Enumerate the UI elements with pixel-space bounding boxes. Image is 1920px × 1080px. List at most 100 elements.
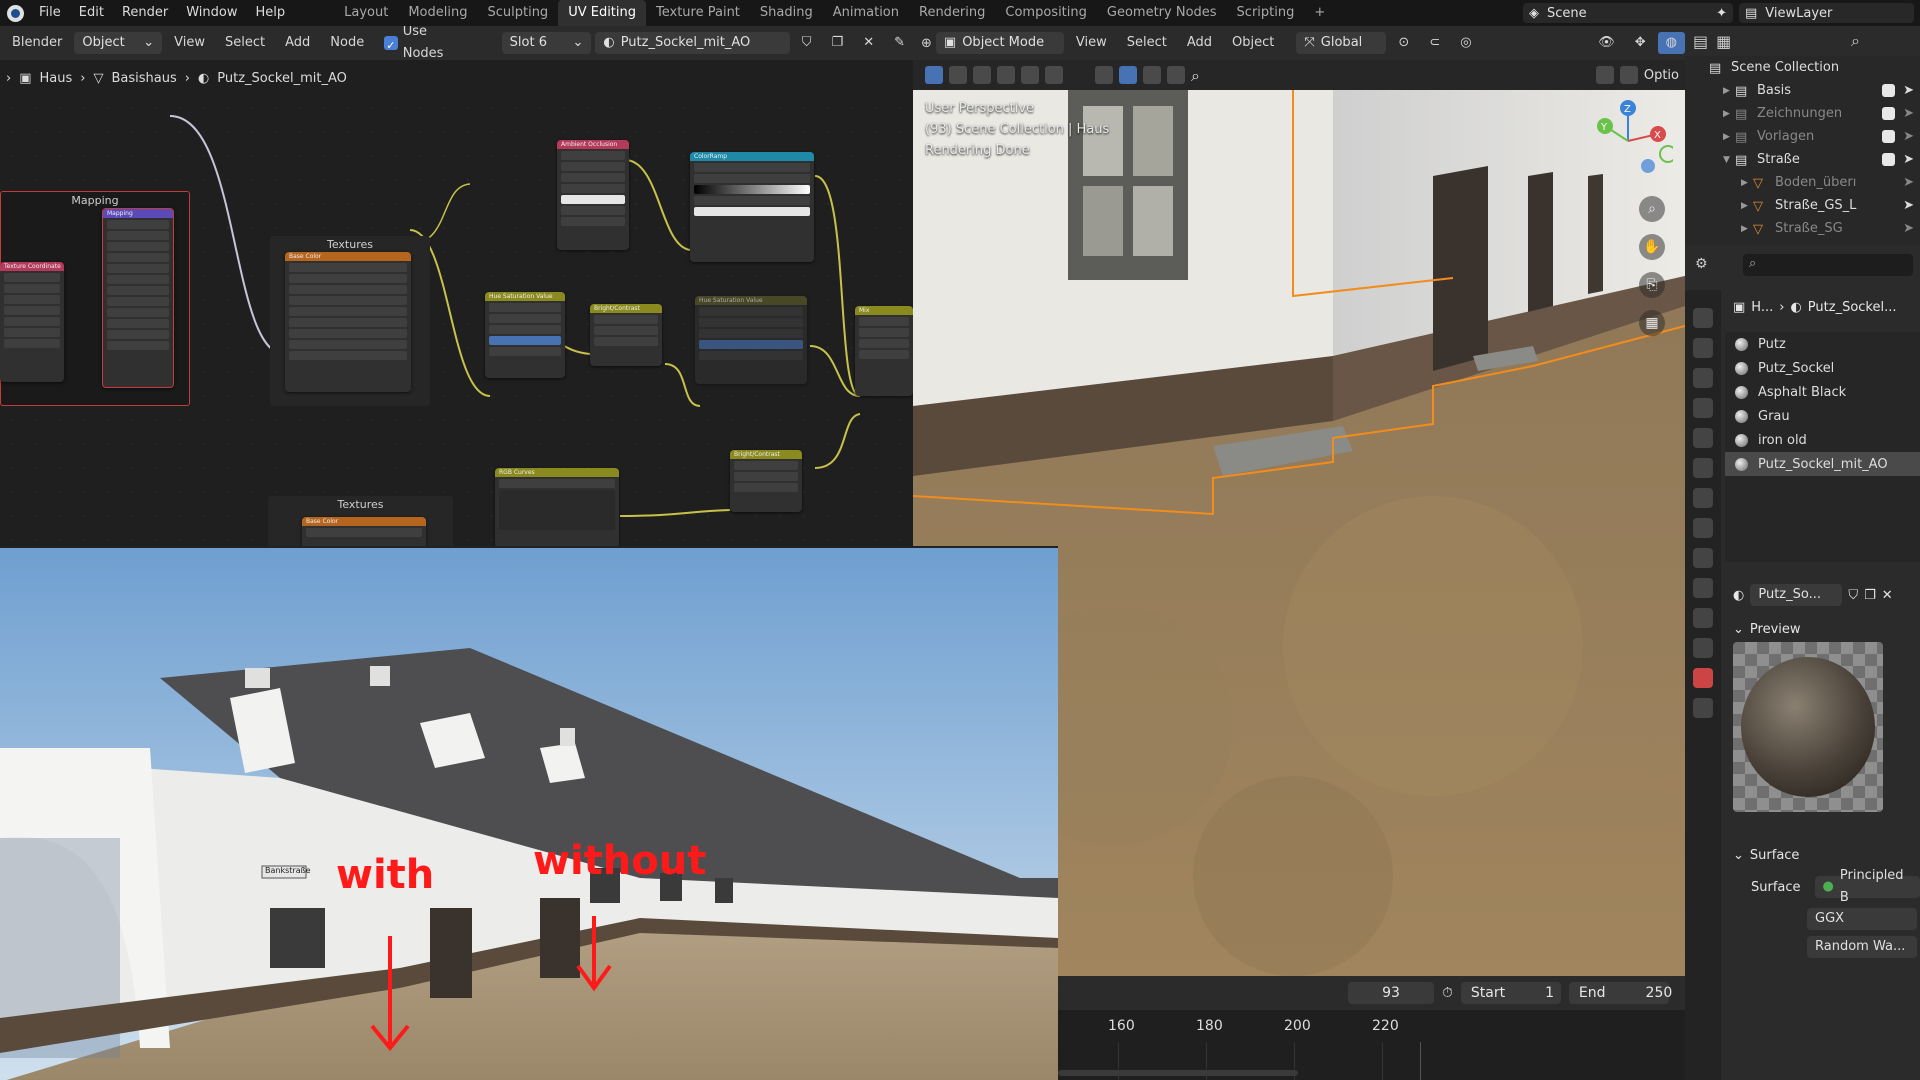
pin-icon[interactable]: ✎ [886, 32, 913, 54]
gizmo-icon[interactable]: ✥ [1627, 32, 1654, 54]
snap-icon[interactable]: ⊂ [1421, 32, 1448, 54]
shading-solid-icon[interactable] [1119, 66, 1137, 84]
vp-menu-view[interactable]: View [1068, 32, 1115, 54]
node-ambient-occlusion[interactable]: Ambient Occlusion [557, 140, 629, 250]
interaction-mode-dropdown[interactable]: ▣ Object Mode [935, 32, 1064, 54]
pivot-icon[interactable]: ⊙ [1390, 32, 1417, 54]
outliner[interactable]: ▤ ▦ ⌕ ▤ Scene Collection ▶ ▤ Basis ➤ ▶ ▤… [1685, 26, 1920, 246]
material-datablock-selector[interactable]: Putz_So... [1750, 584, 1843, 606]
distribution-dropdown[interactable]: GGX [1807, 908, 1917, 930]
outliner-item-basis[interactable]: ▶ ▤ Basis ➤ [1685, 79, 1920, 102]
selectable-arrow-icon[interactable]: ➤ [1903, 152, 1914, 167]
selectable-arrow-icon[interactable]: ➤ [1903, 221, 1914, 236]
editor-type-icon[interactable]: ⊕ [921, 36, 932, 51]
tab-rendering[interactable]: Rendering [909, 0, 995, 26]
shading-material-icon[interactable] [1143, 66, 1161, 84]
scene-tab-icon[interactable] [1693, 428, 1713, 448]
physics-tab-icon[interactable] [1693, 578, 1713, 598]
properties-editor-type-icon[interactable]: ⚙ [1695, 256, 1708, 272]
tab-sculpting[interactable]: Sculpting [477, 0, 558, 26]
zoom-icon[interactable]: ⌕ [1639, 196, 1665, 222]
outliner-item-strasse-sg[interactable]: ▶ ▽ Straße_SG ➤ [1685, 217, 1920, 240]
selectable-arrow-icon[interactable]: ➤ [1903, 106, 1914, 121]
tab-shading[interactable]: Shading [750, 0, 823, 26]
vp-menu-select[interactable]: Select [1119, 32, 1175, 54]
material-slot-list[interactable]: Putz Putz_Sockel Asphalt Black Grau iron… [1725, 332, 1920, 562]
material-slot[interactable]: Putz_Sockel [1725, 356, 1920, 380]
material-selector[interactable]: ◐ Putz_Sockel_mit_AO [595, 32, 790, 54]
bookmark-icon[interactable] [1595, 66, 1614, 84]
pan-hand-icon[interactable]: ✋ [1639, 234, 1665, 260]
surface-shader-selector[interactable]: ● Principled B [1814, 868, 1920, 905]
tab-animation[interactable]: Animation [823, 0, 909, 26]
stopwatch-icon[interactable]: ⏱ [1442, 985, 1453, 1001]
fake-user-shield-icon[interactable]: ⛉ [1848, 588, 1858, 603]
breadcrumb-mesh[interactable]: Basishaus [111, 71, 176, 86]
vp-menu-add[interactable]: Add [1179, 32, 1220, 54]
menu-view[interactable]: View [166, 32, 213, 54]
scene-selector[interactable]: ◈ Scene ✦ [1523, 3, 1733, 23]
node-texture-coordinate[interactable]: Texture Coordinate [0, 262, 64, 382]
fake-user-shield-icon[interactable]: ⛉ [794, 32, 820, 54]
menu-node[interactable]: Node [322, 32, 372, 54]
properties-editor[interactable]: ⚙ ⌕ ▣ H... › ◐ Putz_Sockel... Putz Putz_… [1685, 246, 1920, 1080]
timeline-scrollbar[interactable] [1058, 1070, 1298, 1076]
timeline-ruler[interactable]: 160 180 200 220 [1058, 1010, 1685, 1080]
select-intersect-icon[interactable] [1045, 66, 1063, 84]
select-extend-icon[interactable] [973, 66, 991, 84]
node-base-color[interactable]: Base Color [285, 252, 411, 392]
filter-dropdown-icon[interactable]: ▦ [1716, 32, 1731, 51]
expand-arrow-icon[interactable]: ▶ [1723, 132, 1735, 142]
select-tool-icon[interactable] [925, 66, 943, 84]
breadcrumb-object[interactable]: Haus [40, 71, 73, 86]
grid-ortho-icon[interactable]: ▦ [1639, 310, 1665, 336]
outliner-item-strasse[interactable]: ▼ ▤ Straße ➤ [1685, 148, 1920, 171]
timeline-editor[interactable]: 93 ⏱ Start 1 End 250 160 180 200 220 [1058, 976, 1685, 1080]
node-rgb-curves[interactable]: RGB Curves [495, 468, 619, 546]
camera-icon[interactable]: ⎘ [1639, 272, 1665, 298]
select-invert-icon[interactable] [1021, 66, 1039, 84]
shading-rendered-icon[interactable] [1167, 66, 1185, 84]
breadcrumb-material[interactable]: Putz_Sockel_mit_AO [217, 71, 347, 86]
add-workspace-button[interactable]: + [1304, 0, 1335, 26]
tab-compositing[interactable]: Compositing [995, 0, 1097, 26]
expand-arrow-icon[interactable]: ▶ [1741, 201, 1753, 211]
particles-tab-icon[interactable] [1693, 548, 1713, 568]
outliner-item-vorlagen[interactable]: ▶ ▤ Vorlagen ➤ [1685, 125, 1920, 148]
select-box-icon[interactable] [949, 66, 967, 84]
search-icon[interactable]: ⌕ [1191, 66, 1209, 85]
use-nodes-toggle[interactable]: Use Nodes [376, 26, 477, 61]
texture-tab-icon[interactable] [1693, 698, 1713, 718]
node-base-color-2[interactable]: Base Color [302, 517, 426, 546]
tab-uv-editing[interactable]: UV Editing [558, 0, 647, 26]
menu-render[interactable]: Render [113, 0, 177, 26]
exclude-checkbox[interactable] [1882, 130, 1896, 143]
end-frame-field[interactable]: End 250 [1568, 982, 1672, 1004]
menu-file[interactable]: File [30, 0, 70, 26]
modifier-tab-icon[interactable] [1693, 518, 1713, 538]
start-frame-field[interactable]: Start 1 [1460, 982, 1561, 1004]
pin-icon[interactable]: ✦ [1716, 6, 1727, 21]
shader-node-editor[interactable]: Blender Object ⌄ View Select Add Node Us… [0, 26, 913, 546]
slot-dropdown[interactable]: Slot 6 ⌄ [501, 32, 592, 54]
unlink-material-icon[interactable]: ✕ [1882, 588, 1893, 603]
navigation-gizmo[interactable]: Z X Y [1583, 96, 1673, 186]
constraints-tab-icon[interactable] [1693, 608, 1713, 628]
blender-logo-icon[interactable] [0, 0, 30, 26]
outliner-item-strasse-gs[interactable]: ▶ ▽ Straße_GS_L ➤ [1685, 194, 1920, 217]
properties-search-input[interactable]: ⌕ [1743, 254, 1913, 276]
view-layer-selector[interactable]: ▤ ViewLayer [1739, 3, 1914, 23]
exclude-checkbox[interactable] [1882, 153, 1896, 166]
mesh-data-tab-icon[interactable] [1693, 638, 1713, 658]
duplicate-material-icon[interactable]: ❐ [1864, 588, 1876, 603]
filter-icon[interactable] [1619, 66, 1638, 84]
menu-edit[interactable]: Edit [70, 0, 113, 26]
node-hue-saturation-1[interactable]: Hue Saturation Value [485, 292, 565, 378]
outliner-item-zeichnungen[interactable]: ▶ ▤ Zeichnungen ➤ [1685, 102, 1920, 125]
tab-scripting[interactable]: Scripting [1227, 0, 1305, 26]
world-tab-icon[interactable] [1693, 458, 1713, 478]
selectable-arrow-icon[interactable]: ➤ [1903, 198, 1914, 213]
node-mix[interactable]: Mix [855, 306, 913, 396]
menu-add[interactable]: Add [277, 32, 318, 54]
transform-orientation-dropdown[interactable]: ⤧ Global [1296, 32, 1387, 54]
